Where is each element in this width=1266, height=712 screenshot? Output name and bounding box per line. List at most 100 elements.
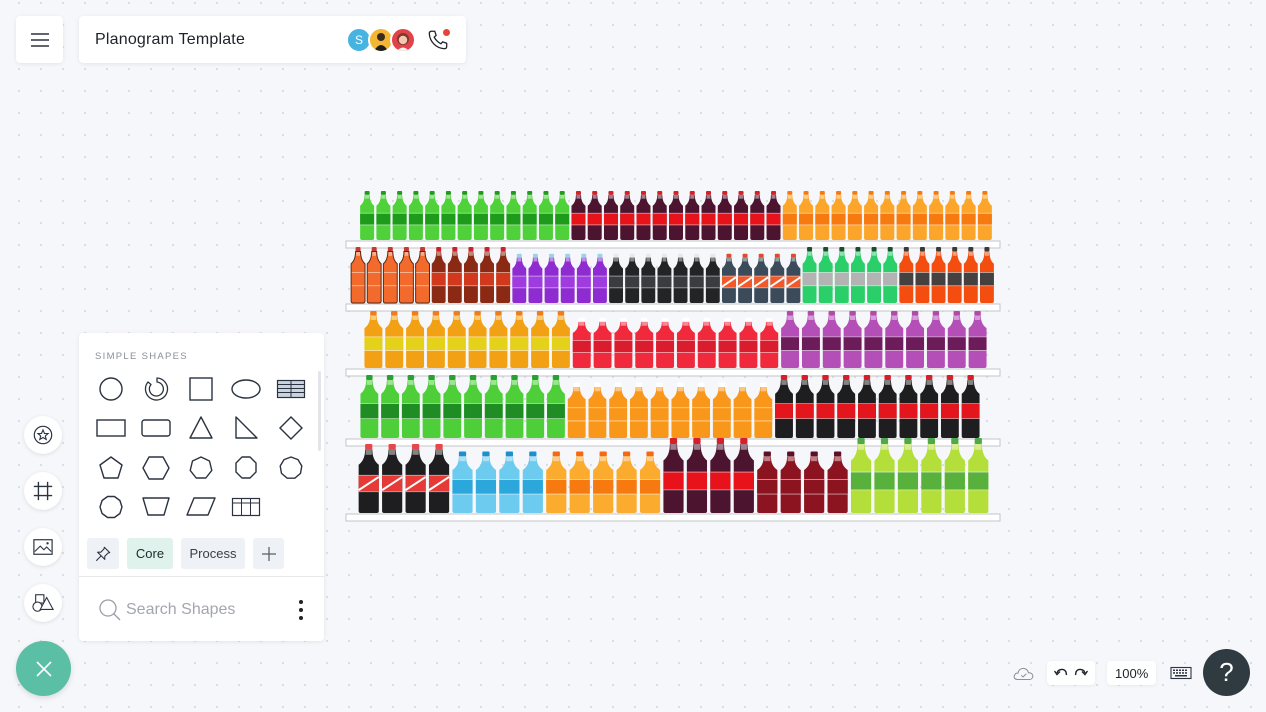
orange-mini-bottle[interactable] xyxy=(733,382,752,438)
cola-bottle[interactable] xyxy=(652,191,667,240)
red-mini-bottle[interactable] xyxy=(593,317,612,368)
brown-cola-bottle[interactable] xyxy=(464,247,478,303)
green-soda-bottle[interactable] xyxy=(473,191,488,240)
frames-button[interactable] xyxy=(24,472,62,510)
shape-square[interactable] xyxy=(181,369,221,409)
red-mini-bottle[interactable] xyxy=(718,317,737,368)
shape-diamond[interactable] xyxy=(271,409,311,449)
dark-red-bottle[interactable] xyxy=(780,451,801,514)
orange-soda-bottle[interactable] xyxy=(847,191,862,240)
dark-red-bottle[interactable] xyxy=(827,451,848,514)
shape-decagon[interactable] xyxy=(91,488,131,528)
mango-soda-bottle[interactable] xyxy=(385,311,404,368)
shapes-button[interactable] xyxy=(24,584,62,622)
orange-glass-bottle[interactable] xyxy=(415,247,430,304)
green-soda-bottle[interactable] xyxy=(441,191,456,240)
cola-bottle[interactable] xyxy=(750,191,765,240)
red-mini-bottle[interactable] xyxy=(676,317,695,368)
black-glass-bottle[interactable] xyxy=(705,253,720,303)
green-soda-bottle[interactable] xyxy=(408,191,423,240)
large-cola-bottle[interactable] xyxy=(733,438,754,513)
orange-mini-bottle[interactable] xyxy=(692,382,711,438)
keyboard-shortcuts-button[interactable] xyxy=(1168,666,1194,680)
orange-soda-bottle[interactable] xyxy=(961,191,976,240)
blue-water-bottle[interactable] xyxy=(475,451,497,514)
blue-water-bottle[interactable] xyxy=(522,451,543,514)
red-mini-bottle[interactable] xyxy=(614,317,633,368)
green-soda-bottle[interactable] xyxy=(360,191,375,240)
red-mini-bottle[interactable] xyxy=(656,317,675,368)
orange-soda-bottle[interactable] xyxy=(896,191,911,240)
green-glass-bottle[interactable] xyxy=(818,247,833,303)
cola-bottle[interactable] xyxy=(603,191,618,240)
blue-water-bottle[interactable] xyxy=(499,451,520,514)
navy-soda-bottle[interactable] xyxy=(753,253,769,303)
cola-swirl-bottle[interactable] xyxy=(358,444,380,513)
purple-bottle[interactable] xyxy=(544,253,559,303)
grape-soda-bottle[interactable] xyxy=(864,311,883,368)
call-button[interactable] xyxy=(424,26,452,54)
orange-mini-bottle[interactable] xyxy=(588,382,607,438)
lime-soda-bottle[interactable] xyxy=(547,375,565,438)
orange-juice-bottle[interactable] xyxy=(593,451,614,514)
navy-soda-bottle[interactable] xyxy=(769,253,785,303)
grape-soda-bottle[interactable] xyxy=(926,311,945,368)
orange-mini-bottle[interactable] xyxy=(609,382,628,438)
green-glass-bottle[interactable] xyxy=(834,247,849,303)
purple-bottle[interactable] xyxy=(512,253,527,303)
shape-right-triangle[interactable] xyxy=(226,409,266,449)
orange-mini-bottle[interactable] xyxy=(671,382,690,438)
lime-soda-bottle[interactable] xyxy=(484,375,503,438)
shape-rectangle[interactable] xyxy=(91,409,131,449)
green-soda-bottle[interactable] xyxy=(425,191,440,240)
orange-dark-label-bottle[interactable] xyxy=(947,247,962,303)
mango-soda-bottle[interactable] xyxy=(426,311,445,368)
lime-green-bottle[interactable] xyxy=(850,438,872,513)
more-options-button[interactable] xyxy=(298,600,304,620)
green-soda-bottle[interactable] xyxy=(457,191,472,240)
mango-soda-bottle[interactable] xyxy=(531,311,550,368)
red-mini-bottle[interactable] xyxy=(697,317,716,368)
green-soda-bottle[interactable] xyxy=(506,191,521,240)
shape-hexagon[interactable] xyxy=(136,448,176,488)
cola-bottle[interactable] xyxy=(587,191,602,240)
lime-green-bottle[interactable] xyxy=(874,438,895,513)
grape-soda-bottle[interactable] xyxy=(906,311,925,368)
mango-soda-bottle[interactable] xyxy=(489,311,508,368)
brown-cola-bottle[interactable] xyxy=(447,247,462,303)
green-soda-bottle[interactable] xyxy=(392,191,407,240)
orange-glass-bottle[interactable] xyxy=(382,247,398,304)
planogram-diagram[interactable] xyxy=(345,185,1005,525)
orange-soda-bottle[interactable] xyxy=(880,191,895,240)
shape-pentagon[interactable] xyxy=(91,448,131,488)
cola-bottle[interactable] xyxy=(701,191,716,240)
black-glass-bottle[interactable] xyxy=(641,253,656,303)
orange-soda-bottle[interactable] xyxy=(929,191,944,240)
lime-soda-bottle[interactable] xyxy=(526,375,545,438)
search-shapes-input[interactable] xyxy=(126,601,286,619)
lime-green-bottle[interactable] xyxy=(921,438,942,513)
cola-bottle[interactable] xyxy=(685,191,700,240)
shape-trapezoid[interactable] xyxy=(136,488,176,528)
orange-dark-label-bottle[interactable] xyxy=(963,247,978,303)
black-cola-bottle[interactable] xyxy=(920,375,939,438)
orange-juice-bottle[interactable] xyxy=(616,451,637,514)
cola-swirl-bottle[interactable] xyxy=(404,444,427,513)
orange-soda-bottle[interactable] xyxy=(831,191,846,240)
black-cola-bottle[interactable] xyxy=(878,375,897,438)
orange-mini-bottle[interactable] xyxy=(567,382,586,438)
images-button[interactable] xyxy=(24,528,62,566)
shape-triangle[interactable] xyxy=(181,409,221,449)
brown-cola-bottle[interactable] xyxy=(496,247,511,303)
orange-glass-bottle[interactable] xyxy=(366,247,382,304)
undo-button[interactable] xyxy=(1051,661,1071,685)
cola-bottle[interactable] xyxy=(636,191,651,240)
green-soda-bottle[interactable] xyxy=(522,191,537,240)
black-cola-bottle[interactable] xyxy=(961,375,980,438)
shapes-panel-scrollbar[interactable] xyxy=(318,371,321,451)
shape-ellipse[interactable] xyxy=(226,369,266,409)
blue-water-bottle[interactable] xyxy=(452,451,473,514)
grape-soda-bottle[interactable] xyxy=(968,311,987,368)
grape-soda-bottle[interactable] xyxy=(801,311,820,368)
shape-rounded-rectangle[interactable] xyxy=(136,409,176,449)
